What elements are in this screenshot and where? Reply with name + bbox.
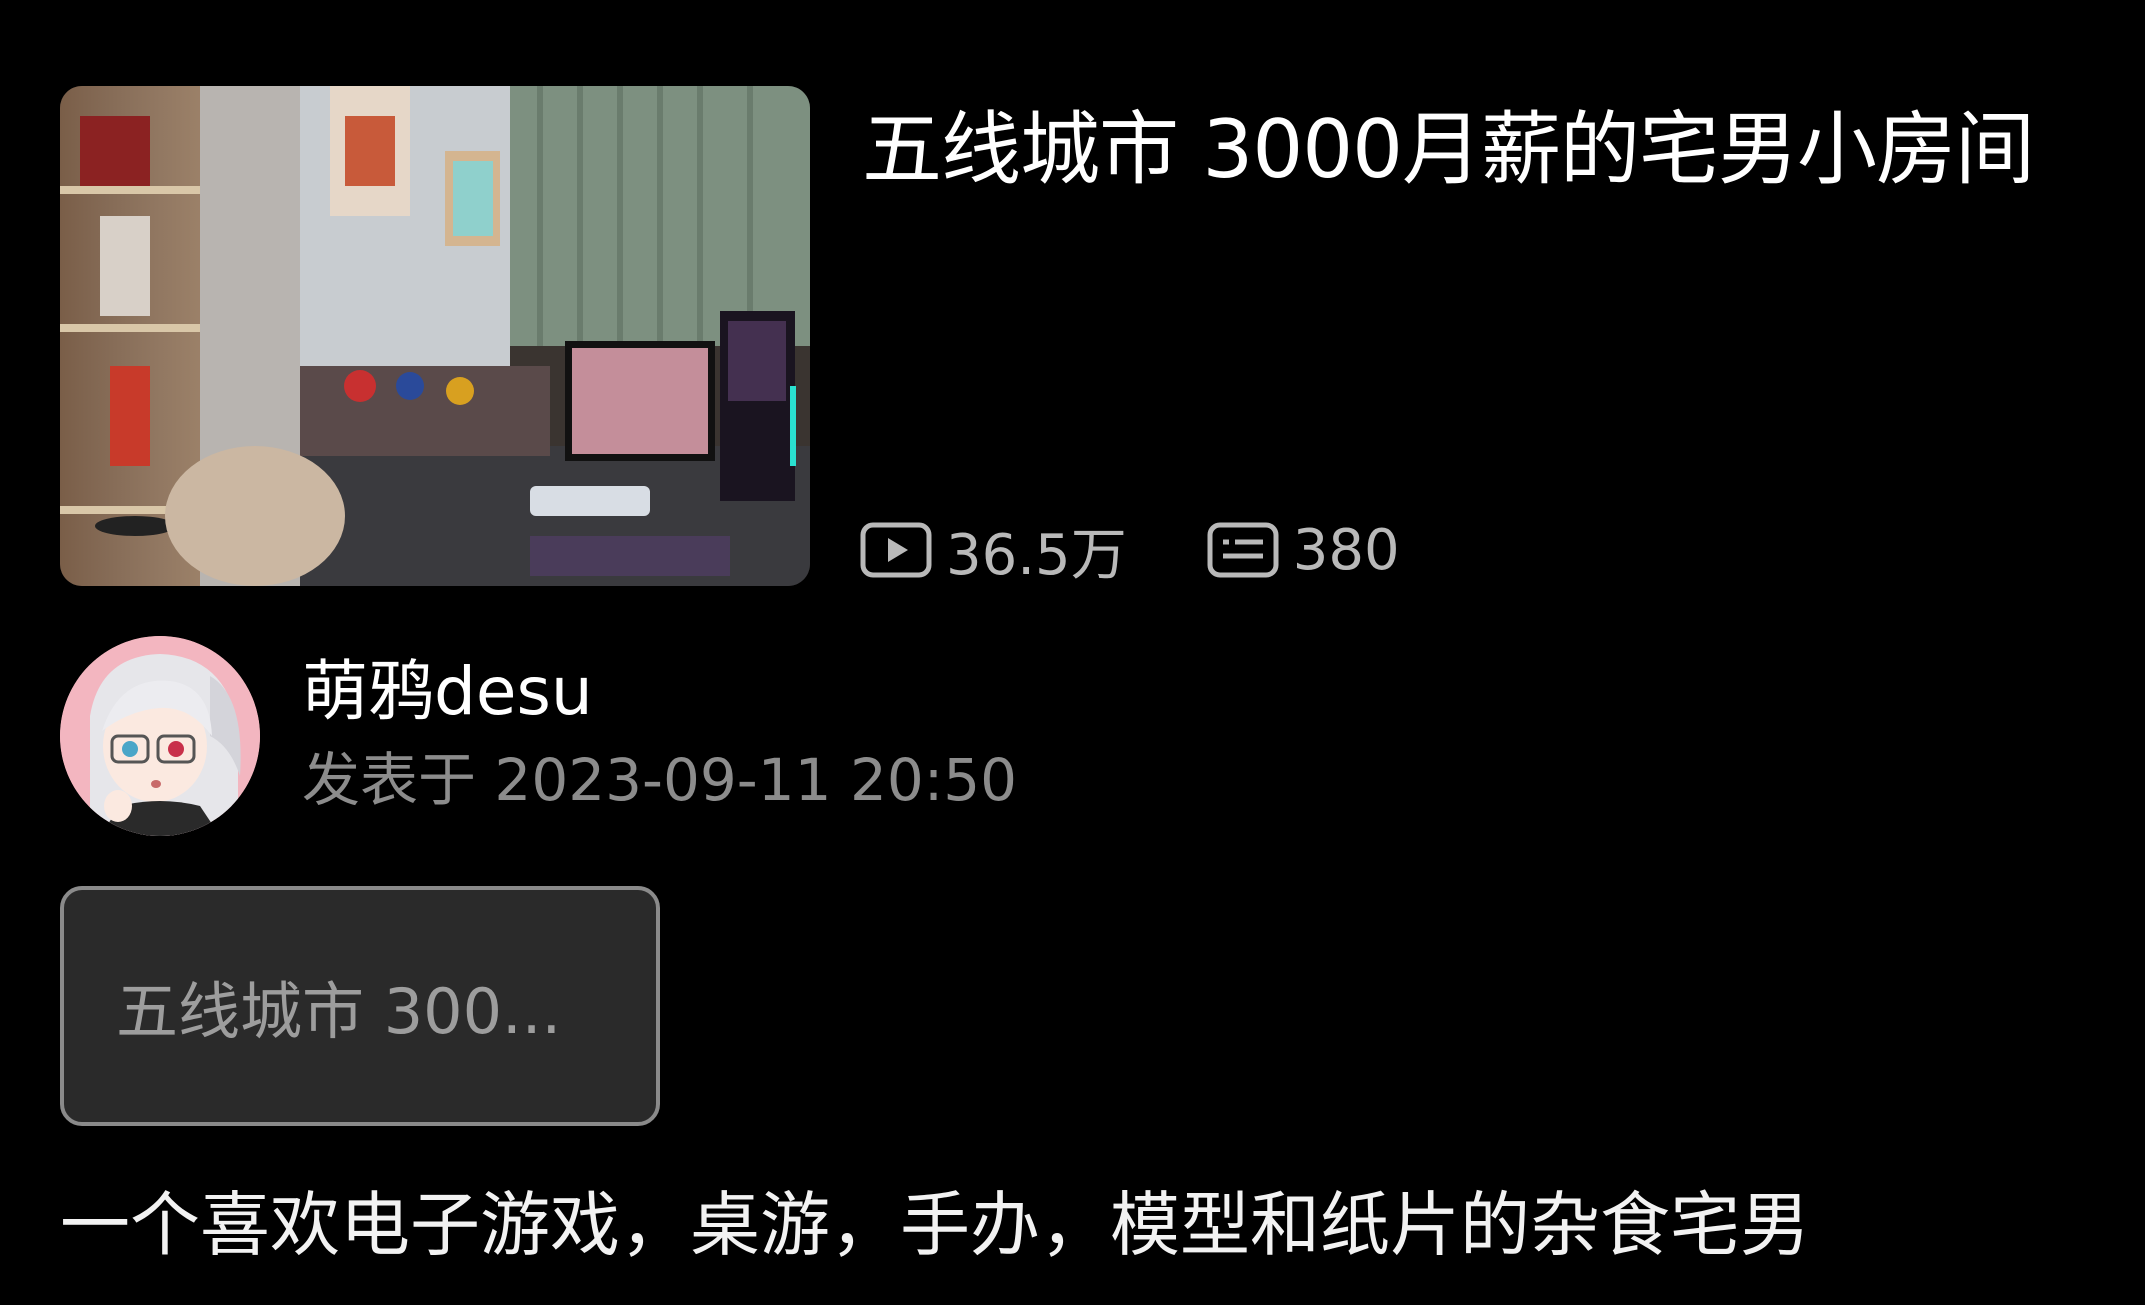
comments-count: 380 [1292, 517, 1400, 583]
avatar[interactable] [60, 636, 260, 836]
author-meta: 萌鸦desu 发表于 2023-09-11 20:50 [302, 650, 1017, 822]
author-row[interactable]: 萌鸦desu 发表于 2023-09-11 20:50 [60, 636, 1017, 836]
comment-icon [1207, 522, 1279, 578]
post-stats: 36.5万 380 [860, 510, 1400, 590]
post-thumbnail[interactable] [60, 86, 810, 586]
views-stat: 36.5万 [860, 510, 1127, 591]
room-photo-image [60, 86, 810, 586]
comments-stat: 380 [1207, 518, 1400, 583]
publish-time: 发表于 2023-09-11 20:50 [302, 746, 1018, 814]
collection-tag-button[interactable]: 五线城市 300... [60, 886, 660, 1126]
collection-tag-label: 五线城市 300... [116, 975, 562, 1048]
author-description: 一个喜欢电子游戏，桌游，手办，模型和纸片的杂食宅男 [60, 1184, 1810, 1266]
anime-avatar-icon [60, 636, 260, 836]
post-title[interactable]: 五线城市 3000月薪的宅男小房间 [862, 100, 2035, 200]
author-name[interactable]: 萌鸦desu [302, 650, 1017, 734]
views-count: 36.5万 [946, 522, 1127, 588]
play-icon [860, 522, 932, 578]
